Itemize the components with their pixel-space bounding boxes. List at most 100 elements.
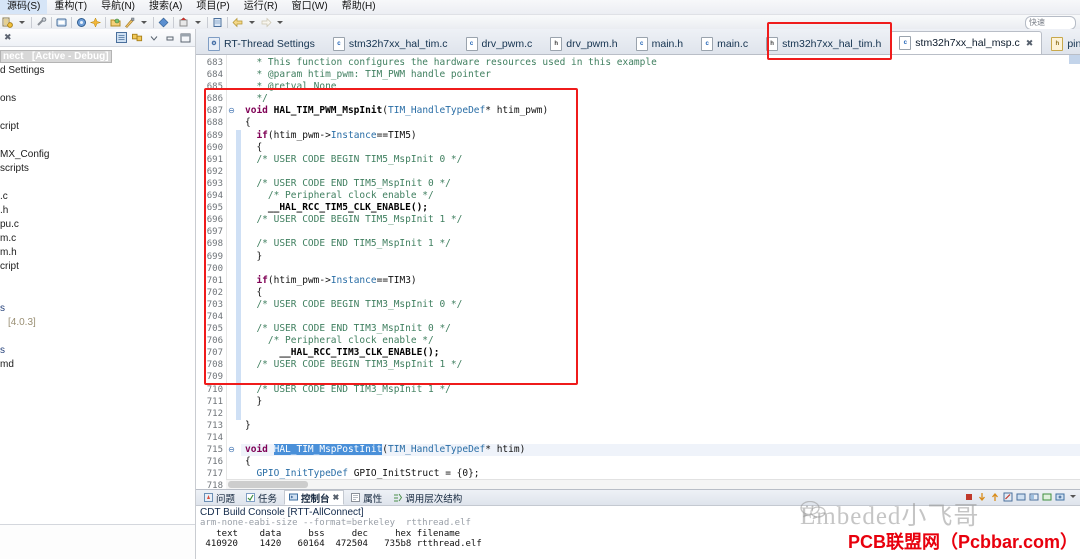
- tree-row-17[interactable]: [0, 288, 195, 302]
- tree-row-7[interactable]: MX_Config: [0, 148, 195, 162]
- tree-row-22[interactable]: md: [0, 358, 195, 372]
- code-line[interactable]: */: [241, 93, 1080, 105]
- page-icon[interactable]: [211, 16, 224, 29]
- tab-main-h[interactable]: c main.h: [627, 33, 693, 54]
- code-line[interactable]: /* USER CODE END TIM5_MspInit 1 */: [241, 238, 1080, 250]
- code-line[interactable]: void HAL_TIM_PWM_MspInit(TIM_HandleTypeD…: [241, 105, 1080, 117]
- code-line[interactable]: [241, 263, 1080, 275]
- code-line[interactable]: /* USER CODE END TIM5_MspInit 0 */: [241, 178, 1080, 190]
- code-line[interactable]: [241, 311, 1080, 323]
- code-line[interactable]: [241, 432, 1080, 444]
- code-line[interactable]: {: [241, 456, 1080, 468]
- editor-horizontal-scrollbar[interactable]: [226, 479, 1080, 489]
- code-line[interactable]: }: [241, 251, 1080, 263]
- tree-row-19[interactable]: [4.0.3]: [0, 316, 195, 330]
- back-dropdown-icon[interactable]: [245, 16, 258, 29]
- menu-item-navigate[interactable]: 导航(N): [94, 0, 142, 14]
- code-line[interactable]: {: [241, 117, 1080, 129]
- code-line[interactable]: }: [241, 420, 1080, 432]
- tree-row-5[interactable]: cript: [0, 120, 195, 134]
- link-editor-icon[interactable]: [132, 32, 143, 43]
- code-line[interactable]: * This function configures the hardware …: [241, 57, 1080, 69]
- code-line[interactable]: /* USER CODE END TIM3_MspInit 0 */: [241, 323, 1080, 335]
- tab-stm32h7xx-hal-msp-c[interactable]: c stm32h7xx_hal_msp.c ✖: [890, 31, 1043, 54]
- tree-row-1[interactable]: d Settings: [0, 64, 195, 78]
- maximize-icon[interactable]: [180, 32, 191, 43]
- code-line[interactable]: [241, 166, 1080, 178]
- menu-item-help[interactable]: 帮助(H): [335, 0, 383, 14]
- tree-row-16[interactable]: [0, 274, 195, 288]
- tree-row-15[interactable]: cript: [0, 260, 195, 274]
- tab-stm32h7xx-hal-tim-h[interactable]: h stm32h7xx_hal_tim.h: [757, 33, 890, 54]
- terminate-icon[interactable]: [963, 491, 974, 502]
- code-text-area[interactable]: * This function configures the hardware …: [241, 55, 1080, 489]
- tree-row-2[interactable]: [0, 78, 195, 92]
- code-line[interactable]: /* Peripheral clock enable */: [241, 335, 1080, 347]
- back-arrow-icon[interactable]: [231, 16, 244, 29]
- external-tools-dropdown-icon[interactable]: [191, 16, 204, 29]
- forward-dropdown-icon[interactable]: [273, 16, 286, 29]
- code-line[interactable]: [241, 408, 1080, 420]
- code-line[interactable]: [241, 226, 1080, 238]
- scroll-up-icon[interactable]: [989, 491, 1000, 502]
- tree-row-20[interactable]: [0, 330, 195, 344]
- console-tab-call-hierarchy[interactable]: 调用层次结构: [389, 491, 466, 505]
- tree-row-13[interactable]: m.c: [0, 232, 195, 246]
- menu-item-search[interactable]: 搜索(A): [142, 0, 189, 14]
- tree-row-10[interactable]: .c: [0, 190, 195, 204]
- scrollbar-thumb[interactable]: [228, 481, 308, 488]
- new-wizard-dropdown-icon[interactable]: [15, 16, 28, 29]
- tab-main-c[interactable]: c main.c: [692, 33, 757, 54]
- clean-icon[interactable]: [89, 16, 102, 29]
- tree-row-11[interactable]: .h: [0, 204, 195, 218]
- code-line[interactable]: {: [241, 142, 1080, 154]
- print-icon[interactable]: [55, 16, 68, 29]
- minimize-icon[interactable]: [164, 32, 175, 43]
- console-dropdown-icon[interactable]: [1067, 491, 1078, 502]
- code-line[interactable]: [241, 371, 1080, 383]
- console-tab-properties[interactable]: 属性: [347, 491, 386, 505]
- code-folding-column[interactable]: ⊖ ⊖: [227, 55, 236, 489]
- tree-row-3[interactable]: ons: [0, 92, 195, 106]
- tree-row-21[interactable]: s: [0, 344, 195, 358]
- code-line[interactable]: /* Peripheral clock enable */: [241, 190, 1080, 202]
- code-line[interactable]: /* USER CODE BEGIN TIM5_MspInit 1 */: [241, 214, 1080, 226]
- console-tab-console[interactable]: 控制台 ✖: [284, 490, 345, 505]
- fold-toggle[interactable]: ⊖: [227, 105, 236, 117]
- open-console-icon[interactable]: [1041, 491, 1052, 502]
- tree-row-6[interactable]: [0, 134, 195, 148]
- run-icon[interactable]: [157, 16, 170, 29]
- save-icon[interactable]: [35, 16, 48, 29]
- code-line[interactable]: * @retval None: [241, 81, 1080, 93]
- tab-pin-h[interactable]: h pin.h: [1042, 33, 1080, 54]
- code-line[interactable]: /* USER CODE BEGIN TIM3_MspInit 1 */: [241, 359, 1080, 371]
- open-folder-icon[interactable]: [109, 16, 122, 29]
- scroll-down-icon[interactable]: [976, 491, 987, 502]
- console-tab-close-icon[interactable]: ✖: [333, 493, 340, 502]
- tree-row-14[interactable]: m.h: [0, 246, 195, 260]
- code-line[interactable]: /* USER CODE END TIM3_MspInit 1 */: [241, 384, 1080, 396]
- tree-row-0[interactable]: nect [Active - Debug]: [0, 50, 195, 64]
- debug-dropdown-icon[interactable]: [137, 16, 150, 29]
- project-tree[interactable]: nect [Active - Debug] d Settings ons cri…: [0, 47, 195, 524]
- code-line[interactable]: /* USER CODE BEGIN TIM5_MspInit 0 */: [241, 154, 1080, 166]
- code-editor[interactable]: 683 684 685 686 687 688 689 690 691 692 693 694 695 6…: [196, 55, 1080, 489]
- tree-row-8[interactable]: scripts: [0, 162, 195, 176]
- code-line[interactable]: * @param htim_pwm: TIM_PWM handle pointe…: [241, 69, 1080, 81]
- tree-row-18[interactable]: s: [0, 302, 195, 316]
- tab-drv-pwm-c[interactable]: c drv_pwm.c: [457, 33, 542, 54]
- tab-stm32h7xx-hal-tim-c[interactable]: c stm32h7xx_hal_tim.c: [324, 33, 457, 54]
- new-console-icon[interactable]: [1054, 491, 1065, 502]
- menu-item-window[interactable]: 窗口(W): [285, 0, 335, 14]
- menu-item-run[interactable]: 运行(R): [237, 0, 285, 14]
- pin-console-icon[interactable]: [1015, 491, 1026, 502]
- display-console-icon[interactable]: [1028, 491, 1039, 502]
- tab-rt-thread-settings[interactable]: ⚙ RT-Thread Settings: [199, 33, 324, 54]
- code-line[interactable]: __HAL_RCC_TIM3_CLK_ENABLE();: [241, 347, 1080, 359]
- code-line[interactable]: __HAL_RCC_TIM5_CLK_ENABLE();: [241, 202, 1080, 214]
- code-line[interactable]: /* USER CODE BEGIN TIM3_MspInit 0 */: [241, 299, 1080, 311]
- new-wizard-icon[interactable]: [1, 16, 14, 29]
- tab-drv-pwm-h[interactable]: h drv_pwm.h: [541, 33, 626, 54]
- forward-arrow-icon[interactable]: [259, 16, 272, 29]
- view-menu-icon[interactable]: [148, 32, 159, 43]
